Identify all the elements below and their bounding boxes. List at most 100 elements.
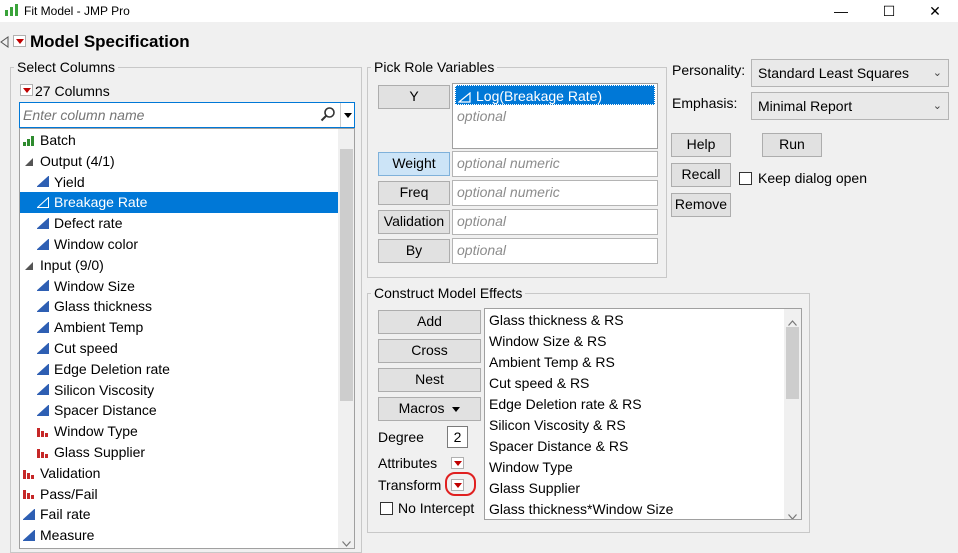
column-list-item[interactable]: Cut speed: [36, 338, 118, 359]
column-list-item[interactable]: Defect rate: [36, 213, 122, 234]
effects-scrollbar[interactable]: [784, 309, 801, 519]
effect-list-item[interactable]: Silicon Viscosity & RS: [489, 415, 626, 436]
column-list-item[interactable]: Window Size: [36, 276, 135, 297]
effect-list-item[interactable]: Cut speed & RS: [489, 373, 589, 394]
column-search-box: [19, 102, 355, 128]
effect-list-item[interactable]: Window Type: [489, 457, 573, 478]
continuous-icon: [36, 297, 49, 318]
column-list-item[interactable]: Yield: [36, 172, 85, 193]
add-button[interactable]: Add: [378, 310, 481, 334]
y-role-list: Log(Breakage Rate) optional: [452, 83, 658, 149]
validation-button[interactable]: Validation: [378, 210, 450, 234]
y-role-item[interactable]: Log(Breakage Rate): [455, 85, 655, 105]
personality-value: Standard Least Squares: [758, 65, 909, 81]
scrollbar-thumb[interactable]: [786, 327, 799, 399]
close-button[interactable]: ✕: [912, 0, 958, 22]
no-intercept-label: No Intercept: [398, 500, 475, 516]
column-list-item[interactable]: Measure: [22, 525, 94, 546]
nominal-icon: [37, 443, 49, 464]
scroll-down-arrow-icon[interactable]: [788, 507, 797, 519]
column-label: Batch: [40, 132, 76, 148]
macros-label: Macros: [398, 400, 445, 416]
group-disclosure-icon[interactable]: [23, 152, 35, 173]
scrollbar-thumb[interactable]: [340, 149, 353, 401]
weight-button[interactable]: Weight: [378, 152, 450, 176]
outline-disclosure-icon[interactable]: [0, 35, 10, 48]
validation-field[interactable]: optional: [452, 209, 658, 235]
macros-button[interactable]: Macros: [378, 397, 481, 421]
search-options-dropdown[interactable]: [340, 103, 354, 127]
continuous-icon: [36, 193, 49, 214]
column-list-item[interactable]: Spacer Distance: [36, 400, 157, 421]
effect-list-item[interactable]: Glass thickness*Window Size: [489, 499, 673, 519]
freq-field[interactable]: optional numeric: [452, 180, 658, 206]
column-list-item[interactable]: Pass/Fail: [23, 484, 98, 505]
column-count: 27 Columns: [35, 83, 110, 99]
cross-button[interactable]: Cross: [378, 339, 481, 363]
keep-open-checkbox[interactable]: [739, 172, 752, 185]
nominal-icon: [23, 484, 35, 505]
y-role-value: Log(Breakage Rate): [476, 88, 603, 104]
weight-field[interactable]: optional numeric: [452, 151, 658, 177]
column-label: Window color: [54, 236, 139, 252]
column-search-input[interactable]: [23, 106, 313, 124]
maximize-button[interactable]: ☐: [866, 0, 912, 22]
column-list-scrollbar[interactable]: [338, 129, 354, 548]
emphasis-label: Emphasis:: [672, 95, 738, 111]
recall-button[interactable]: Recall: [671, 163, 731, 187]
columns-red-triangle-icon[interactable]: [20, 84, 33, 96]
group-disclosure-icon[interactable]: [23, 256, 35, 277]
column-list-item[interactable]: Glass thickness: [36, 296, 152, 318]
personality-select[interactable]: Standard Least Squares ⌄: [751, 59, 949, 87]
scroll-down-arrow-icon[interactable]: [342, 534, 351, 548]
jmp-app-icon: [4, 3, 20, 17]
chevron-down-icon: ⌄: [932, 100, 942, 112]
column-label: Edge Deletion rate: [54, 360, 170, 377]
continuous-icon: [36, 360, 49, 381]
effect-list-item[interactable]: Glass Supplier: [489, 478, 580, 499]
freq-button[interactable]: Freq: [378, 181, 450, 205]
by-button[interactable]: By: [378, 239, 450, 263]
column-list-item[interactable]: Silicon Viscosity: [36, 380, 154, 401]
column-list-item[interactable]: Edge Deletion rate: [36, 359, 170, 381]
column-list-item[interactable]: Validation: [23, 463, 100, 484]
chevron-down-icon: [343, 112, 352, 118]
remove-button[interactable]: Remove: [671, 193, 731, 217]
emphasis-value: Minimal Report: [758, 98, 853, 114]
by-field[interactable]: optional: [452, 238, 658, 264]
continuous-icon: [36, 172, 49, 193]
help-button[interactable]: Help: [671, 133, 731, 157]
attributes-menu-icon[interactable]: [451, 457, 464, 469]
keep-open-label: Keep dialog open: [758, 170, 867, 186]
column-list-item[interactable]: Ambient Temp: [36, 317, 143, 339]
minimize-button[interactable]: —: [818, 0, 864, 22]
effect-list-item[interactable]: Ambient Temp & RS: [489, 352, 615, 373]
column-list-item[interactable]: Input (9/0): [23, 255, 104, 276]
column-list-item[interactable]: Fail rate: [22, 504, 91, 525]
run-button[interactable]: Run: [762, 133, 822, 157]
column-list-item[interactable]: Batch: [23, 130, 76, 151]
continuous-icon: [36, 318, 49, 339]
column-list-item[interactable]: Breakage Rate: [20, 192, 338, 214]
y-button[interactable]: Y: [378, 85, 450, 109]
personality-label: Personality:: [672, 62, 746, 78]
transform-label: Transform: [378, 477, 442, 493]
column-list-item[interactable]: Output (4/1): [23, 151, 115, 172]
effect-list-item[interactable]: Edge Deletion rate & RS: [489, 394, 642, 415]
select-columns-label: Select Columns: [14, 59, 119, 75]
effect-list-item[interactable]: Window Size & RS: [489, 331, 606, 352]
nest-button[interactable]: Nest: [378, 368, 481, 392]
column-list-item[interactable]: Window Type: [37, 421, 138, 442]
column-list-item[interactable]: Window color: [36, 234, 139, 255]
highlight-circle: [445, 472, 476, 496]
column-list-item[interactable]: Glass Supplier: [37, 442, 145, 463]
degree-input[interactable]: 2: [447, 426, 468, 448]
no-intercept-checkbox[interactable]: [380, 502, 393, 515]
search-icon[interactable]: [320, 106, 336, 125]
column-label: Glass Supplier: [54, 444, 146, 460]
emphasis-select[interactable]: Minimal Report ⌄: [751, 92, 949, 120]
red-triangle-menu-icon[interactable]: [13, 35, 26, 47]
nominal-icon: [23, 464, 35, 485]
effect-list-item[interactable]: Spacer Distance & RS: [489, 436, 628, 457]
effect-list-item[interactable]: Glass thickness & RS: [489, 310, 624, 331]
